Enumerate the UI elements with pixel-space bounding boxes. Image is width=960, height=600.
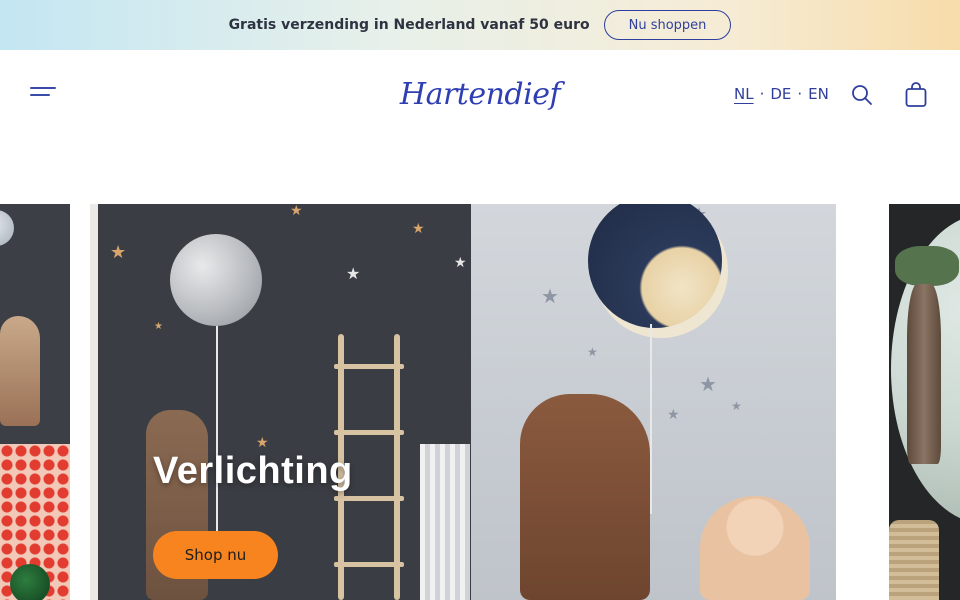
previous-slide[interactable]: [0, 204, 70, 600]
bear-figure-image: [0, 316, 40, 426]
crib-image: [420, 444, 470, 600]
dark-nursery-photo: ★ ★ ★ ★ ★ ★ ★: [90, 204, 471, 600]
moon-lamp-image: [0, 210, 14, 246]
lamp-cord: [216, 326, 218, 546]
announcement-bar: Gratis verzending in Nederland vanaf 50 …: [0, 0, 960, 50]
shop-now-button[interactable]: Shop nu: [153, 531, 278, 579]
star-decoration: ★: [587, 345, 598, 359]
logo-text: Hartendief: [399, 76, 561, 112]
language-de-link[interactable]: DE: [770, 85, 791, 103]
star-decoration: ★: [731, 399, 742, 413]
moon-lamp-image: [170, 234, 262, 326]
tree-image: [895, 246, 959, 286]
basket-image: [889, 520, 939, 600]
language-nl-link[interactable]: NL: [734, 85, 754, 103]
site-header: Hartendief NL · DE · EN: [0, 50, 960, 142]
child-photo: [700, 496, 810, 600]
previous-slide-image: [0, 204, 70, 444]
hero-carousel: ★ ★ ★ ★ ★ ★ ★ ★ ★ ★ ★ ★ ★: [0, 204, 960, 600]
star-decoration: ★: [699, 372, 717, 396]
bear-wall-sticker-image: [520, 394, 650, 600]
photo-edge: [90, 204, 98, 600]
tree-trunk-image: [907, 284, 941, 464]
star-decoration: ★: [346, 264, 361, 283]
site-logo[interactable]: Hartendief: [399, 66, 561, 122]
star-decoration: ★: [412, 221, 425, 237]
current-slide: ★ ★ ★ ★ ★ ★ ★ ★ ★ ★ ★ ★ ★: [90, 204, 836, 600]
language-switcher: NL · DE · EN: [734, 85, 829, 103]
star-decoration: ★: [110, 242, 127, 263]
star-decoration: ★: [667, 407, 680, 423]
hamburger-menu-icon[interactable]: [30, 83, 58, 107]
lamp-cord: [650, 324, 652, 514]
toy-image: [10, 564, 50, 600]
star-decoration: ★: [290, 204, 303, 219]
search-icon[interactable]: [850, 83, 874, 107]
language-en-link[interactable]: EN: [808, 85, 829, 103]
star-decoration: ★: [256, 435, 269, 451]
star-decoration: ★: [454, 255, 467, 271]
hero-title: Verlichting: [153, 450, 353, 492]
language-separator: ·: [759, 85, 765, 103]
next-slide[interactable]: [889, 204, 960, 600]
shopping-bag-icon[interactable]: [904, 82, 928, 108]
star-decoration: ★: [154, 321, 163, 332]
shop-now-announcement-button[interactable]: Nu shoppen: [603, 10, 732, 40]
announcement-text: Gratis verzending in Nederland vanaf 50 …: [228, 17, 590, 33]
language-separator: ·: [797, 85, 803, 103]
star-decoration: ★: [541, 284, 559, 308]
